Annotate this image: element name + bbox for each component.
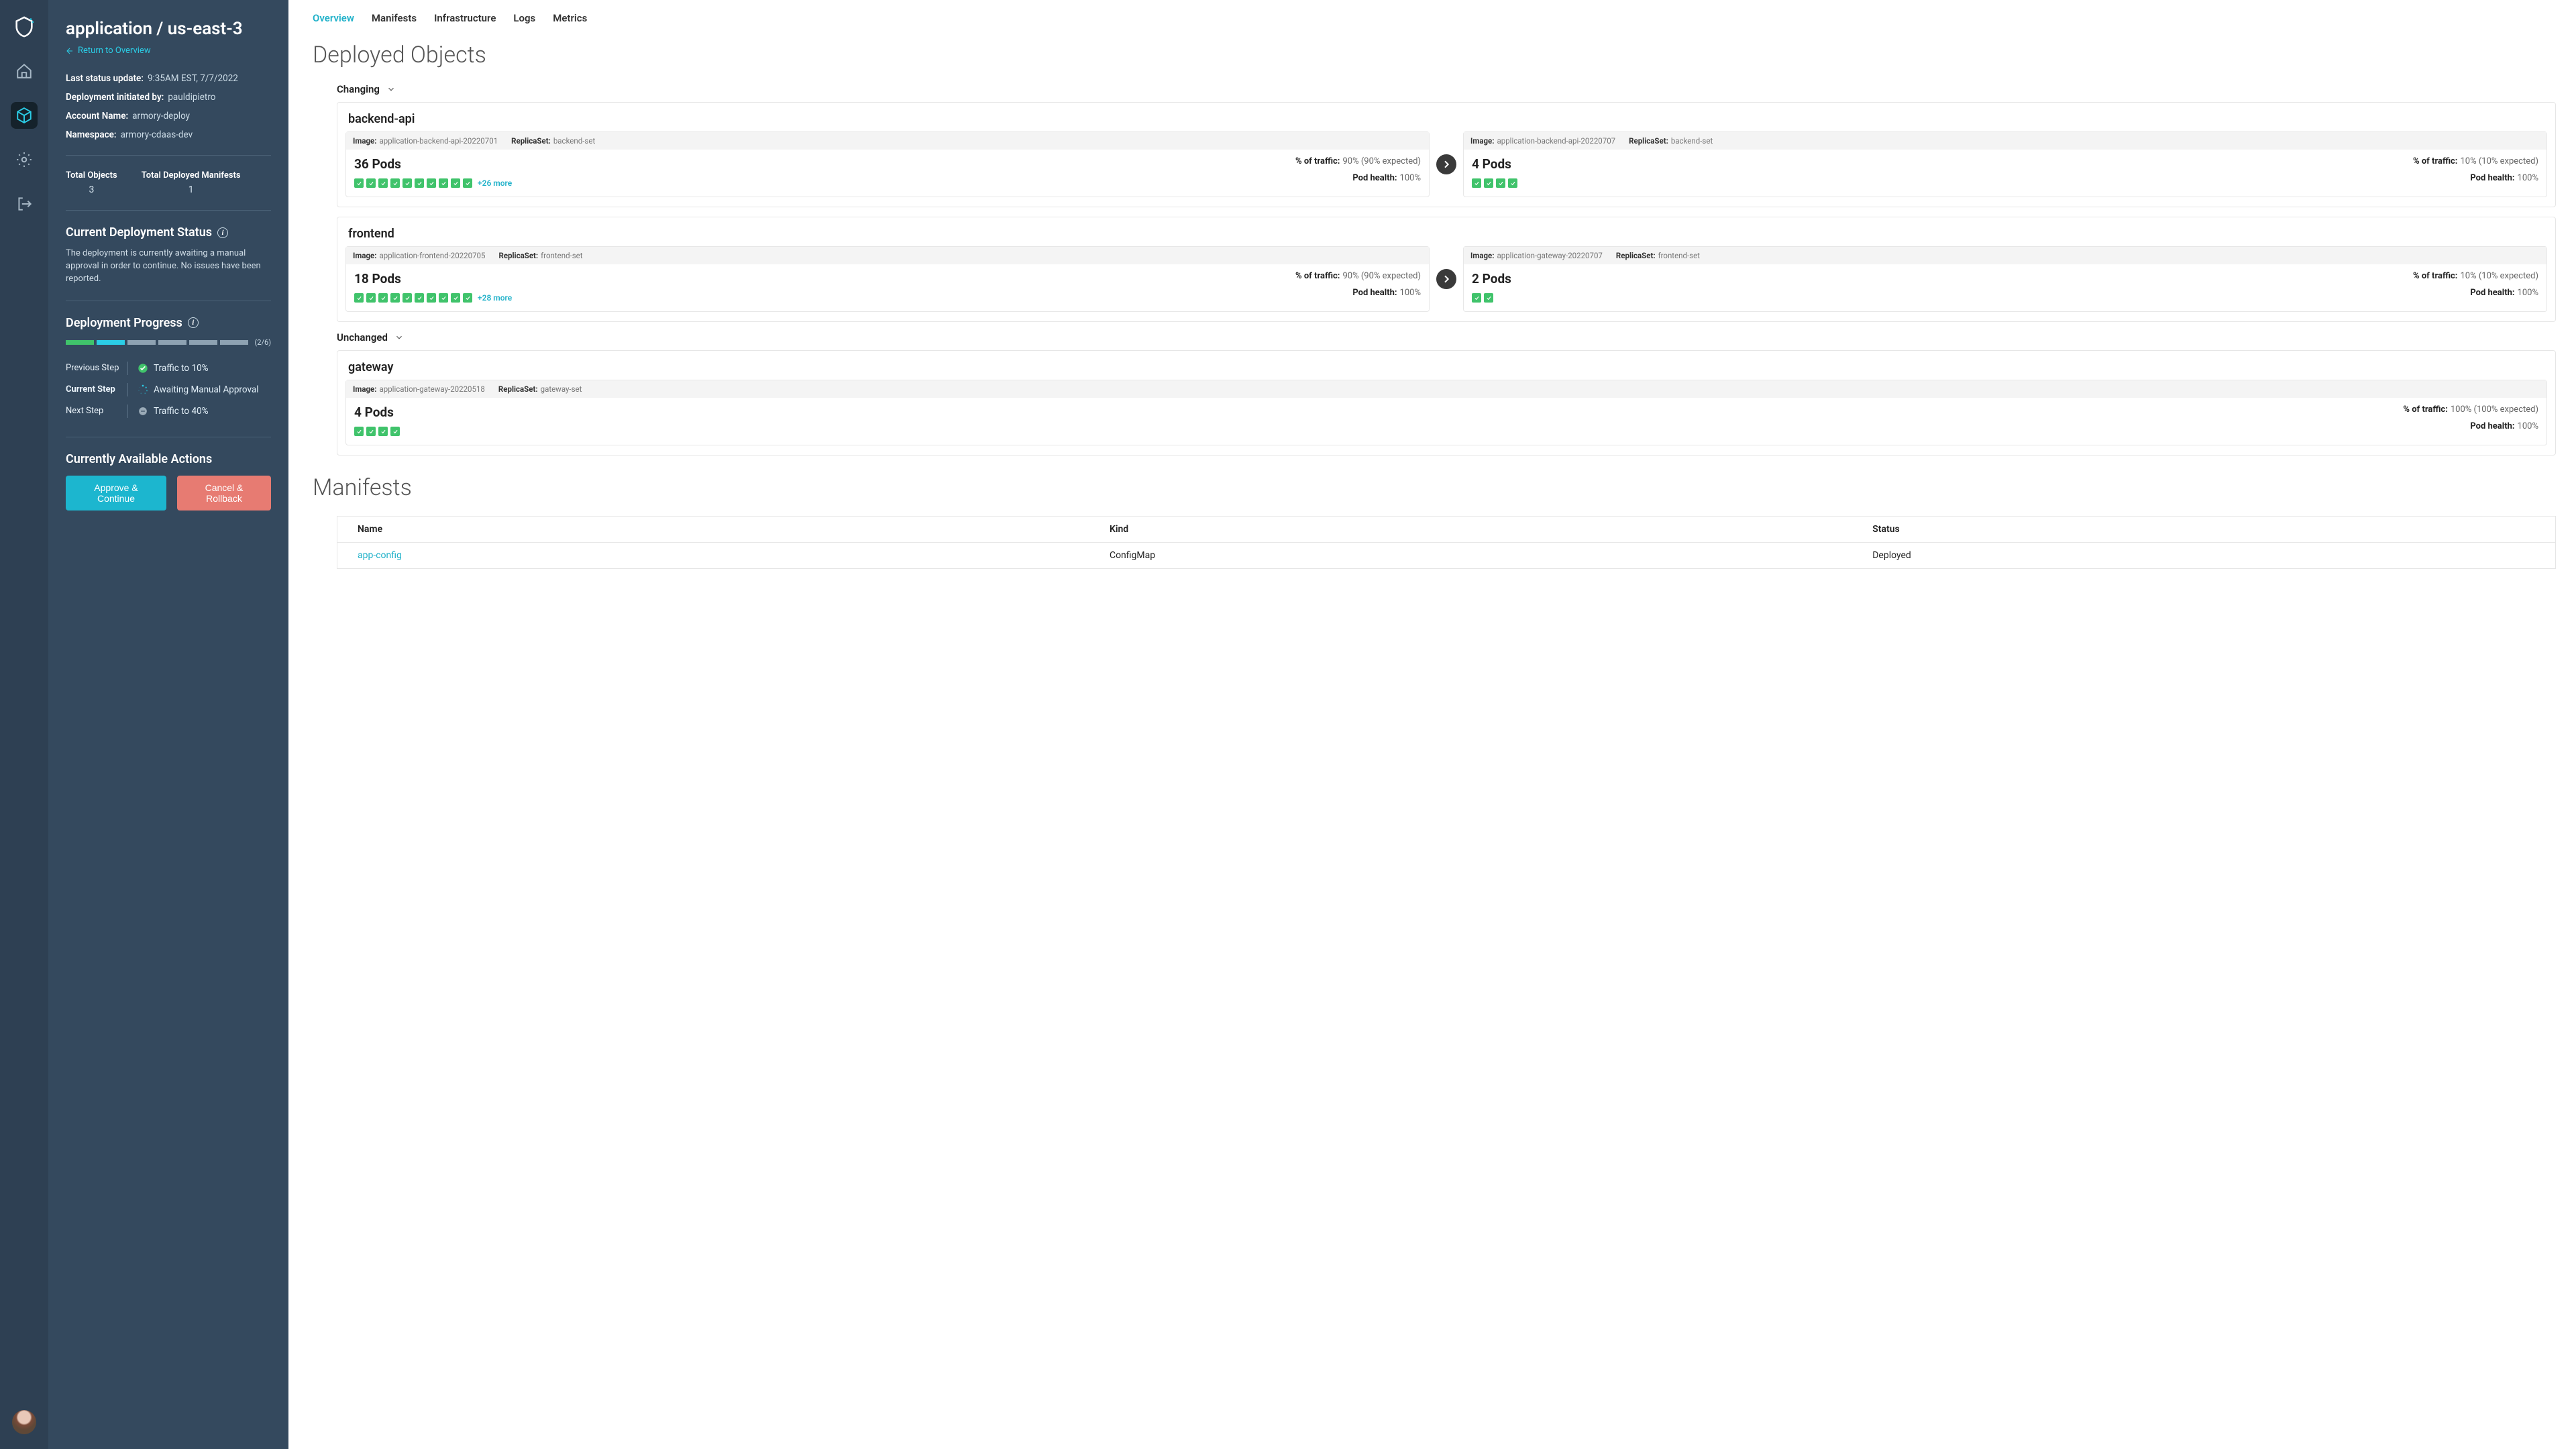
- pod-check-icon: [463, 293, 472, 303]
- chevron-down-icon: [386, 85, 396, 94]
- main: Overview Manifests Infrastructure Logs M…: [288, 0, 2576, 1449]
- logo-icon[interactable]: [11, 13, 38, 40]
- pending-icon: [138, 406, 148, 417]
- card-gateway: gateway Image:application-gateway-202205…: [337, 350, 2556, 455]
- pod-check-icon: [366, 178, 376, 188]
- manifests-heading: Manifests: [313, 474, 2556, 501]
- pod-check-icon: [1508, 178, 1517, 188]
- arrow-right-icon: [1436, 269, 1456, 289]
- table-header-kind: Kind: [1089, 517, 1852, 543]
- pod-check-icon: [390, 178, 400, 188]
- pod-check-icon: [451, 293, 460, 303]
- tab-logs[interactable]: Logs: [513, 12, 535, 24]
- pod-check-icon: [354, 427, 364, 436]
- pod-check-icon: [1472, 178, 1481, 188]
- group-changing[interactable]: Changing: [337, 83, 2556, 95]
- meta-initiated-by: Deployment initiated by:pauldipietro: [66, 92, 271, 103]
- pod-check-icon: [439, 178, 448, 188]
- manifests-table: Name Kind Status app-config ConfigMap De…: [337, 516, 2556, 569]
- pod-check-icon: [366, 427, 376, 436]
- pod-check-icon: [1496, 178, 1505, 188]
- check-circle-icon: [138, 363, 148, 374]
- info-icon[interactable]: i: [217, 227, 228, 238]
- pod-check-icon: [354, 293, 364, 303]
- pod-check-icon: [427, 293, 436, 303]
- tab-metrics[interactable]: Metrics: [553, 12, 587, 24]
- pod-check-icon: [427, 178, 436, 188]
- nav-rail: [0, 0, 48, 1449]
- pod-check-icon: [390, 427, 400, 436]
- avatar[interactable]: [12, 1410, 36, 1434]
- arrow-right-icon: [1436, 154, 1456, 174]
- pod-check-icon: [451, 178, 460, 188]
- table-header-name: Name: [337, 517, 1089, 543]
- cancel-button[interactable]: Cancel & Rollback: [177, 476, 271, 511]
- spinner-icon: [138, 384, 148, 395]
- card-backend-api: backend-api Image:application-backend-ap…: [337, 102, 2556, 207]
- back-link[interactable]: Return to Overview: [66, 46, 271, 56]
- deployed-heading: Deployed Objects: [313, 42, 2556, 68]
- pod-check-icon: [1472, 293, 1481, 303]
- pod-check-icon: [1484, 293, 1493, 303]
- meta-account-name: Account Name:armory-deploy: [66, 111, 271, 121]
- status-text: The deployment is currently awaiting a m…: [66, 248, 271, 286]
- meta-status-update: Last status update:9:35AM EST, 7/7/2022: [66, 73, 271, 84]
- pod-check-icon: [378, 293, 388, 303]
- pod-check-icon: [415, 293, 424, 303]
- tab-manifests[interactable]: Manifests: [372, 12, 417, 24]
- manifest-link[interactable]: app-config: [337, 543, 1089, 569]
- tabs: Overview Manifests Infrastructure Logs M…: [313, 12, 2556, 24]
- tab-infrastructure[interactable]: Infrastructure: [434, 12, 496, 24]
- progress-heading: Deployment Progressi: [66, 316, 271, 330]
- meta-namespace: Namespace:armory-cdaas-dev: [66, 129, 271, 140]
- pod-check-icon: [354, 178, 364, 188]
- chevron-down-icon: [394, 333, 404, 342]
- info-icon[interactable]: i: [188, 317, 199, 328]
- home-icon[interactable]: [11, 58, 38, 85]
- group-unchanged[interactable]: Unchanged: [337, 331, 2556, 343]
- pod-check-icon: [1484, 178, 1493, 188]
- sidebar: application / us-east-3 Return to Overvi…: [48, 0, 288, 1449]
- pod-check-icon: [378, 178, 388, 188]
- progress-steps: Previous Step Traffic to 10% Current Ste…: [66, 358, 271, 422]
- table-row: app-config ConfigMap Deployed: [337, 543, 2556, 569]
- tab-overview[interactable]: Overview: [313, 12, 354, 24]
- pod-check-icon: [439, 293, 448, 303]
- package-icon[interactable]: [11, 102, 38, 129]
- logout-icon[interactable]: [11, 191, 38, 217]
- more-pods-link[interactable]: +28 more: [478, 293, 512, 303]
- pod-check-icon: [402, 178, 412, 188]
- totals: Total Objects3 Total Deployed Manifests1: [66, 170, 271, 195]
- pod-check-icon: [378, 427, 388, 436]
- more-pods-link[interactable]: +26 more: [478, 178, 512, 188]
- approve-button[interactable]: Approve & Continue: [66, 476, 166, 511]
- table-header-status: Status: [1852, 517, 2555, 543]
- back-link-label: Return to Overview: [78, 46, 151, 56]
- pod-check-icon: [390, 293, 400, 303]
- page-title: application / us-east-3: [66, 19, 271, 39]
- card-frontend: frontend Image:application-frontend-2022…: [337, 217, 2556, 322]
- pod-check-icon: [366, 293, 376, 303]
- pod-check-icon: [402, 293, 412, 303]
- gear-icon[interactable]: [11, 146, 38, 173]
- actions-heading: Currently Available Actions: [66, 452, 271, 466]
- pod-check-icon: [415, 178, 424, 188]
- status-heading: Current Deployment Statusi: [66, 225, 271, 239]
- pod-check-icon: [463, 178, 472, 188]
- progress-bar: (2/6): [66, 338, 271, 347]
